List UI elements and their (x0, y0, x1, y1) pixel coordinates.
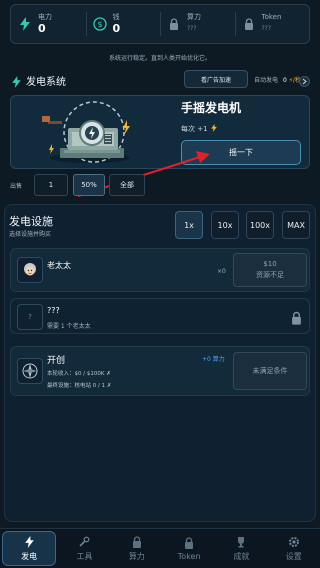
multiplier-10x[interactable]: 10x (211, 211, 239, 239)
bolt-icon (24, 535, 34, 548)
nav-label: 设置 (285, 551, 302, 561)
trophy-icon (238, 536, 245, 547)
facility-bonus: +0 算力 (202, 356, 225, 363)
nav-label: 发电 (21, 551, 38, 561)
sell-option-1[interactable]: 1 (34, 174, 68, 196)
gear-icon (288, 536, 299, 547)
auto-generation: 自动发电 0 ⚡/秒 (254, 75, 301, 84)
dollar-icon: $ (92, 16, 108, 32)
facility-item-old-lady[interactable]: 老太太 ×0 $10 资源不足 (10, 248, 310, 292)
watch-ad-button[interactable]: 看广告加速 (184, 70, 248, 88)
stat-value: 0 (38, 22, 46, 35)
multiplier-max[interactable]: MAX (282, 211, 310, 239)
lock-icon (291, 310, 302, 329)
stat-value: ??? (261, 25, 272, 32)
nav-label: 成就 (233, 551, 250, 561)
old-lady-icon (17, 257, 43, 283)
unlock-pioneer-button[interactable]: 未满足条件 (233, 352, 307, 390)
stat-money: $ 钱 0 (85, 5, 161, 43)
auto-label: 自动发电 (254, 77, 279, 84)
bolt-icon (12, 73, 21, 92)
stat-token: Token ??? (234, 5, 310, 43)
bolt-icon (210, 124, 217, 134)
facility-name: 开创 (47, 356, 66, 366)
nav-label: Token (177, 551, 201, 561)
facility-name: ??? (47, 306, 60, 315)
stat-value: ??? (187, 25, 197, 32)
sell-option-all[interactable]: 全部 (109, 174, 145, 196)
stat-compute: 算力 ??? (160, 5, 235, 43)
lock-icon (241, 16, 257, 32)
auto-value: 0 (282, 77, 287, 84)
sell-option-50[interactable]: 50% (73, 174, 105, 196)
svg-text:$: $ (97, 20, 102, 29)
buy-old-lady-button[interactable]: $10 资源不足 (233, 253, 307, 287)
notice-text: 系统运行稳定。直到人类开始优化它。 (108, 55, 211, 62)
multiplier-100x[interactable]: 100x (246, 211, 274, 239)
compass-icon (17, 358, 43, 384)
nav-compute[interactable]: 算力 (111, 529, 163, 568)
nav-power[interactable]: 发电 (2, 531, 57, 566)
facilities-title: 发电设施 (9, 215, 53, 228)
stat-label: 钱 (112, 13, 120, 21)
stats-bar: 电力 0 $ 钱 0 算力 ??? Token ??? (10, 4, 310, 44)
bolt-icon (17, 16, 33, 32)
price: $10 (263, 260, 277, 268)
facility-final: 最终设施：核电站 0 / 1 ✗ (47, 383, 112, 389)
nav-achievements[interactable]: 成就 (215, 529, 267, 568)
lock-icon (132, 535, 141, 548)
status: 资源不足 (256, 271, 284, 279)
nav-settings[interactable]: 设置 (268, 529, 320, 568)
per-shake-row: 每次 +1 (181, 124, 217, 134)
facility-item-pioneer[interactable]: 开创 +0 算力 本轮收入：$0 / $100K ✗ 最终设施：核电站 0 / … (10, 346, 310, 396)
bottom-nav: 发电 工具 算力 Token 成就 设置 (0, 528, 320, 568)
nav-label: 算力 (128, 551, 145, 561)
generator-name: 手摇发电机 (181, 101, 242, 115)
stat-power: 电力 0 (11, 5, 86, 43)
facility-item-locked: ? ??? 需要 1 个老太太 (10, 298, 310, 334)
lock-icon (185, 536, 194, 549)
per-shake-label: 每次 +1 (181, 125, 208, 133)
facilities-subtitle: 选择设施并购买 (9, 231, 52, 238)
facility-income: 本轮收入：$0 / $100K ✗ (47, 371, 111, 377)
facility-requirement: 需要 1 个老太太 (47, 323, 91, 330)
stat-label: 算力 (187, 13, 201, 21)
nav-label: 工具 (76, 551, 93, 561)
multiplier-1x[interactable]: 1x (175, 211, 203, 239)
facility-name: 老太太 (47, 261, 71, 270)
chevron-right-icon[interactable] (299, 72, 310, 91)
status: 未满足条件 (252, 366, 288, 375)
stat-label: 电力 (38, 13, 52, 21)
nav-token[interactable]: Token (163, 529, 215, 568)
unknown-icon: ? (17, 304, 43, 330)
nav-tools[interactable]: 工具 (58, 529, 110, 568)
wrench-icon (79, 536, 90, 547)
stat-value: 0 (112, 22, 121, 35)
sell-label: 出售 (10, 183, 23, 190)
section-title: 发电系统 (26, 77, 66, 88)
facility-count: ×0 (217, 268, 226, 275)
lock-icon (166, 16, 182, 32)
stat-label: Token (261, 13, 282, 21)
